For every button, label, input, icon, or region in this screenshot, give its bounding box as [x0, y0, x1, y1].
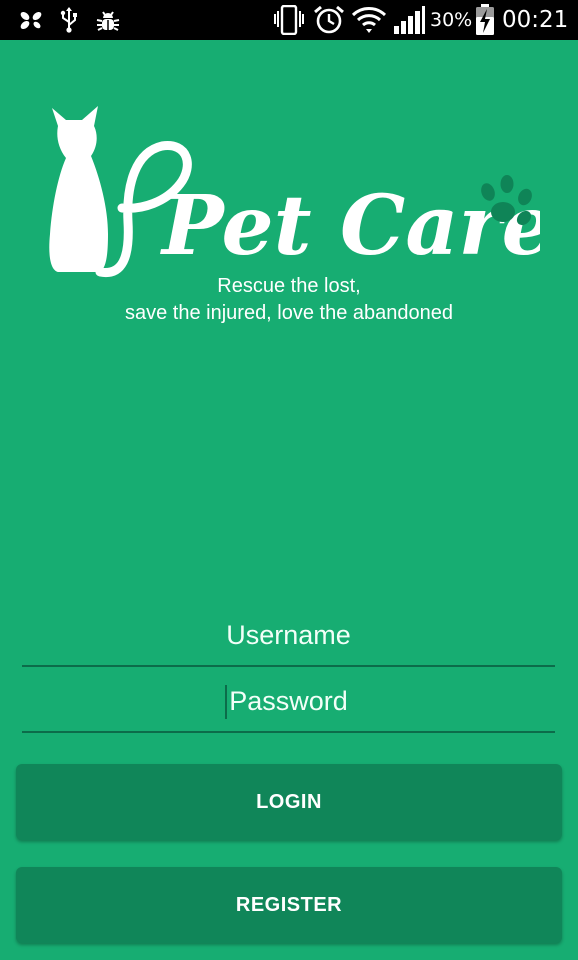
pet-care-logo: Pet Care	[49, 106, 540, 278]
tagline-line-2: save the injured, love the abandoned	[124, 302, 454, 324]
login-button[interactable]: LOGIN	[16, 764, 562, 840]
password-input[interactable]	[22, 671, 555, 731]
tagline-line-1: Rescue the lost,	[217, 275, 361, 297]
clock: 00:21	[502, 7, 569, 33]
pinwheel-icon	[16, 0, 46, 40]
username-field-container	[22, 605, 555, 667]
alarm-icon	[312, 0, 346, 40]
username-input[interactable]	[22, 605, 555, 665]
vibrate-icon	[272, 0, 306, 40]
bug-icon	[94, 0, 122, 40]
battery-icon	[474, 0, 496, 40]
usb-icon	[58, 0, 80, 40]
password-field-container	[22, 671, 555, 733]
cat-icon	[49, 106, 108, 272]
text-cursor	[225, 685, 227, 719]
battery-percent: 30%	[430, 9, 473, 31]
signal-icon	[392, 0, 426, 40]
wifi-icon	[350, 0, 388, 40]
register-button[interactable]: REGISTER	[16, 867, 562, 943]
status-bar: 30% 00:21	[0, 0, 578, 40]
